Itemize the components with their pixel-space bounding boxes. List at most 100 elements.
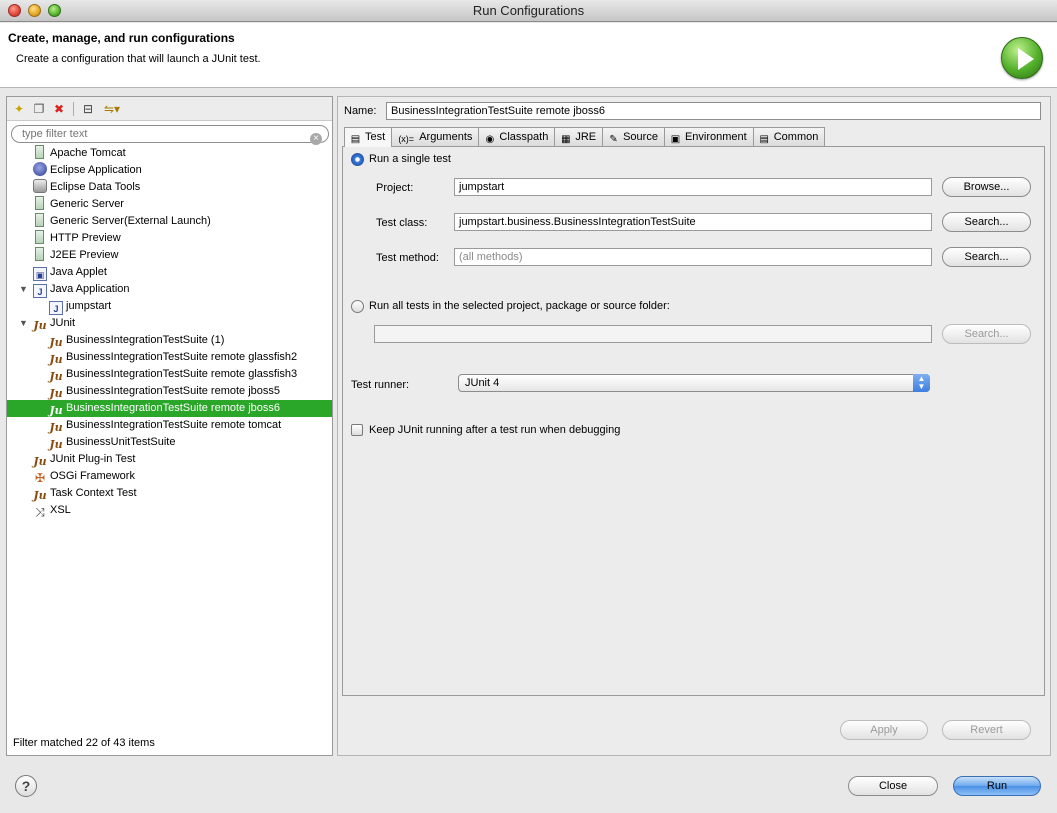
window-minimize-button[interactable] — [28, 4, 41, 17]
toolbar-divider — [73, 101, 74, 116]
tree-item-label: BusinessUnitTestSuite — [66, 436, 176, 448]
tree-item-label: J2EE Preview — [50, 249, 119, 261]
run-single-test-radio[interactable] — [351, 153, 364, 166]
server-icon — [35, 230, 44, 244]
tab-label: Arguments — [419, 131, 473, 143]
new-configuration-icon[interactable]: ✦ — [11, 101, 27, 117]
tab-common[interactable]: ▤ Common — [752, 127, 826, 146]
tree-item[interactable]: Ju BusinessIntegrationTestSuite remote jb… — [7, 383, 332, 400]
tree-item-label: BusinessIntegrationTestSuite (1) — [66, 334, 225, 346]
junit-icon: Ju — [49, 438, 63, 451]
tab-label: Common — [773, 131, 819, 143]
tree-item-label: BusinessIntegrationTestSuite remote jbos… — [66, 402, 281, 414]
name-field[interactable]: BusinessIntegrationTestSuite remote jbos… — [386, 102, 1041, 120]
tab-test[interactable]: ▤ Test — [344, 127, 393, 147]
tree-item[interactable]: Generic Server(External Launch) — [7, 213, 332, 230]
search-class-button[interactable]: Search... — [942, 212, 1031, 232]
close-button[interactable]: Close — [848, 776, 938, 796]
project-field[interactable]: jumpstart — [454, 178, 932, 196]
container-field[interactable] — [374, 325, 932, 343]
tree-item-label: Java Applet — [50, 266, 107, 278]
tree-item[interactable]: ▼ Ju JUnit — [7, 315, 332, 332]
test-tab-icon: ▤ — [350, 134, 361, 145]
tree-item[interactable]: Jjumpstart — [7, 298, 332, 315]
tree-item[interactable]: Ju BusinessIntegrationTestSuite remote gl… — [7, 366, 332, 383]
select-arrows-icon: ▲ ▼ — [913, 374, 930, 392]
help-icon[interactable]: ? — [15, 775, 37, 797]
tree-item[interactable]: HTTP Preview — [7, 230, 332, 247]
tab-label: Environment — [684, 131, 747, 143]
tree-item-label: Eclipse Data Tools — [50, 181, 141, 193]
keep-junit-running-checkbox[interactable] — [351, 424, 363, 436]
tab-arguments[interactable]: (x)= Arguments — [391, 127, 480, 146]
tree-item[interactable]: J2EE Preview — [7, 247, 332, 264]
tab-source[interactable]: ✎ Source — [602, 127, 665, 146]
tree-item-label: JUnit — [50, 317, 76, 329]
tree-item[interactable]: Ju BusinessIntegrationTestSuite (1) — [7, 332, 332, 349]
tree-item[interactable]: ✠ OSGi Framework — [7, 468, 332, 485]
clear-filter-icon[interactable]: × — [310, 133, 322, 145]
tree-item[interactable]: Ju BusinessIntegrationTestSuite remote to… — [7, 417, 332, 434]
junit-icon: Ju — [33, 489, 47, 502]
junit-icon: Ju — [49, 404, 63, 417]
tree-item[interactable]: ▣ Java Applet — [7, 264, 332, 281]
delete-configuration-icon[interactable]: ✖ — [51, 101, 67, 117]
dialog-header: Create, manage, and run configurations C… — [0, 23, 1057, 88]
search-container-button[interactable]: Search... — [942, 324, 1031, 344]
junit-icon: Ju — [49, 387, 63, 400]
arguments-icon: (x)= — [398, 134, 415, 144]
tree-item[interactable]: ⤨ XSL — [7, 502, 332, 519]
tree-item[interactable]: Eclipse Application — [7, 162, 332, 179]
tree-item-label: Eclipse Application — [50, 164, 142, 176]
filter-menu-icon[interactable]: ⇋▾ — [100, 101, 124, 117]
revert-button[interactable]: Revert — [942, 720, 1031, 740]
window-zoom-button[interactable] — [48, 4, 61, 17]
collapse-all-icon[interactable]: ⊟ — [80, 101, 96, 117]
tree-item[interactable]: Ju BusinessIntegrationTestSuite remote gl… — [7, 349, 332, 366]
junit-plugin-icon: Ju — [33, 455, 47, 468]
run-all-tests-radio[interactable] — [351, 300, 364, 313]
tab-environment[interactable]: ▣ Environment — [663, 127, 754, 146]
tab-classpath[interactable]: ◉ Classpath — [478, 127, 556, 146]
window-close-button[interactable] — [8, 4, 21, 17]
tree-item-label: Apache Tomcat — [50, 147, 126, 159]
header-description: Create a configuration that will launch … — [16, 53, 261, 65]
browse-button[interactable]: Browse... — [942, 177, 1031, 197]
test-class-label: Test class: — [376, 217, 428, 229]
tree-item-label: XSL — [50, 504, 71, 516]
environment-icon: ▣ — [670, 134, 681, 145]
test-runner-select[interactable]: JUnit 4 ▲ ▼ — [458, 374, 930, 392]
filter-input[interactable] — [11, 125, 329, 143]
tab-jre[interactable]: ▦ JRE — [554, 127, 604, 146]
junit-icon: Ju — [49, 370, 63, 383]
tree-item-label: jumpstart — [66, 300, 112, 312]
tree-item[interactable]: Ju BusinessUnitTestSuite — [7, 434, 332, 451]
server-icon — [35, 247, 44, 261]
expand-arrow-icon[interactable]: ▼ — [19, 315, 28, 332]
test-class-field[interactable]: jumpstart.business.BusinessIntegrationTe… — [454, 213, 932, 231]
tab-label: Test — [365, 131, 386, 143]
run-single-test-label: Run a single test — [369, 153, 451, 165]
tree-item-label: HTTP Preview — [50, 232, 121, 244]
tree-item[interactable]: Ju Task Context Test — [7, 485, 332, 502]
java-app-icon: J — [33, 284, 47, 298]
run-banner-icon — [1001, 37, 1043, 79]
tree-item[interactable]: Generic Server — [7, 196, 332, 213]
run-button[interactable]: Run — [953, 776, 1041, 796]
java-app-icon: J — [49, 301, 63, 315]
applet-icon: ▣ — [33, 267, 47, 281]
search-method-button[interactable]: Search... — [942, 247, 1031, 267]
apply-button[interactable]: Apply — [840, 720, 928, 740]
tree-item[interactable]: Ju JUnit Plug-in Test — [7, 451, 332, 468]
test-method-field[interactable]: (all methods) — [454, 248, 932, 266]
tree-item[interactable]: Eclipse Data Tools — [7, 179, 332, 196]
tree-item[interactable]: Ju BusinessIntegrationTestSuite remote jb… — [7, 400, 332, 417]
tree-item[interactable]: ▼ J Java Application — [7, 281, 332, 298]
tree-item-label: JUnit Plug-in Test — [50, 453, 136, 465]
tree-item[interactable]: Apache Tomcat — [7, 145, 332, 162]
server-icon — [35, 196, 44, 210]
expand-arrow-icon[interactable]: ▼ — [19, 281, 28, 298]
duplicate-configuration-icon[interactable]: ❐ — [31, 101, 47, 117]
jre-icon: ▦ — [561, 134, 571, 145]
configuration-tree: Apache Tomcat Eclipse Application Eclipse … — [7, 145, 332, 519]
